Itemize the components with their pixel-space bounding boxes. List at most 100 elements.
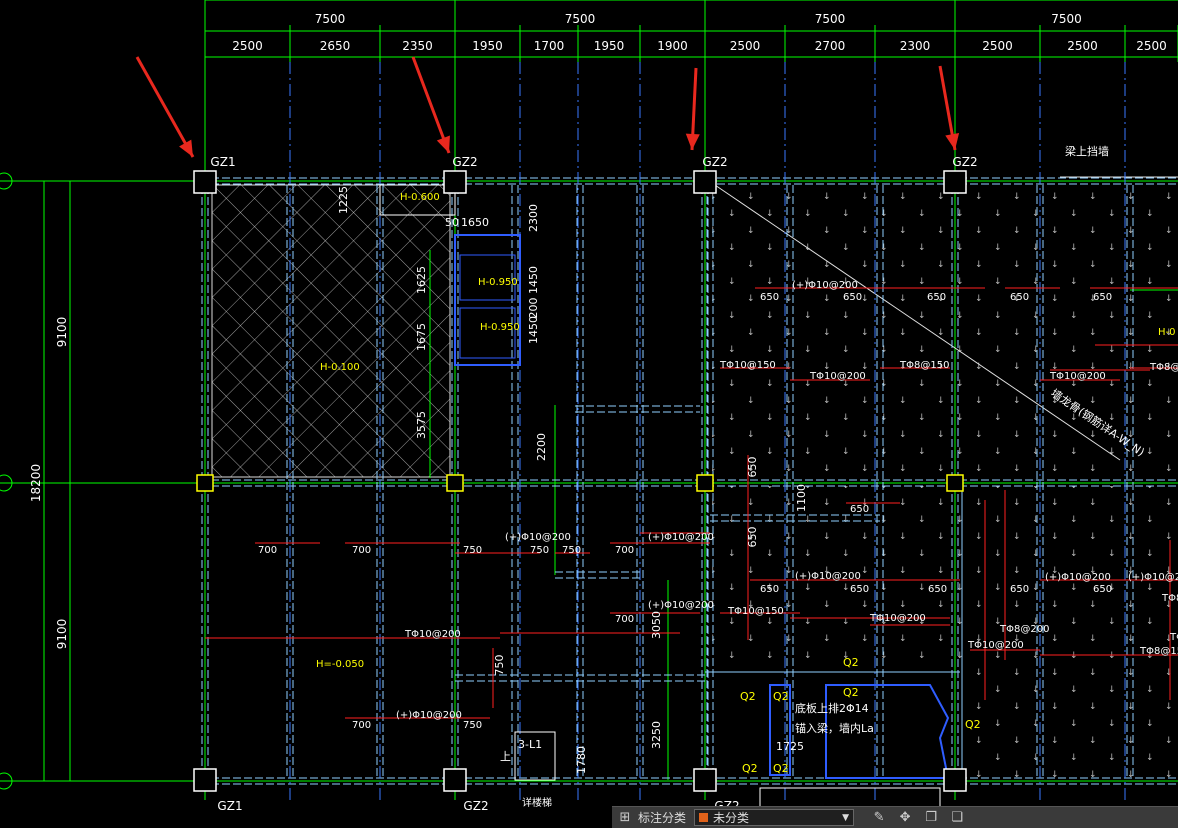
rebar-label: 650 xyxy=(850,504,869,515)
minor-dim-label: 1900 xyxy=(657,39,688,53)
rebar-label: TΦ10@200 xyxy=(1049,371,1106,382)
rebar-label: TΦ8@150 xyxy=(899,360,949,371)
rebar-label: (+)Φ10@200 xyxy=(1128,572,1178,583)
minor-dim-label: 2700 xyxy=(815,39,846,53)
column-label: GZ2 xyxy=(702,155,727,169)
interior-dim-label: 3250 xyxy=(650,721,663,749)
column-marker xyxy=(446,474,464,492)
minor-dim-label: 2300 xyxy=(900,39,931,53)
rebar-label: TΦ10@200 xyxy=(809,371,866,382)
pointer-arrow-shaft xyxy=(135,56,195,158)
major-dim-label: 7500 xyxy=(815,12,846,26)
rebar-label: 650 xyxy=(1010,584,1029,595)
column-marker xyxy=(943,768,967,792)
wall-tag: Q2 xyxy=(740,690,756,703)
stair-tag: 3-L1 xyxy=(518,738,542,751)
rebar-label: 750 xyxy=(463,720,482,731)
level-label: H-0.100 xyxy=(320,362,360,373)
level-label: H=-0.050 xyxy=(316,659,364,670)
interior-dim-label: 1675 xyxy=(415,323,428,351)
level-label: H-0.950 xyxy=(478,277,518,288)
level-label: H-0 xyxy=(1158,327,1176,338)
pointer-arrow-head xyxy=(685,133,700,150)
minor-dim-label: 2500 xyxy=(232,39,263,53)
interior-dim-label: 1625 xyxy=(415,266,428,294)
rebar-label: 650 xyxy=(1093,292,1112,303)
rebar-label: (+)Φ10@200 xyxy=(505,532,571,543)
category-select[interactable]: 未分类 ▼ xyxy=(694,809,855,826)
column-marker xyxy=(943,170,967,194)
rebar-label: (+)Φ10@200 xyxy=(1045,572,1111,583)
rebar-label: 650 xyxy=(760,292,779,303)
interior-dim-label: 750 xyxy=(493,655,506,676)
left-total-label: 18200 xyxy=(29,464,43,502)
rebar-label: 650 xyxy=(843,292,862,303)
rebar-label: 750 xyxy=(463,545,482,556)
left-span-label: 9100 xyxy=(55,317,69,348)
column-marker xyxy=(693,768,717,792)
level-label: H-0.950 xyxy=(480,322,520,333)
rebar-label: TΦ10@200 xyxy=(967,640,1024,651)
column-marker xyxy=(693,170,717,194)
column-marker xyxy=(946,474,964,492)
paste-icon[interactable]: ❏ xyxy=(948,810,966,826)
edit-icon[interactable]: ✎ xyxy=(870,810,888,826)
copy-icon[interactable]: ❐ xyxy=(922,810,940,826)
rebar-label: TΦ10@150 xyxy=(719,360,776,371)
interior-dim-label: 650 xyxy=(746,457,759,478)
move-icon[interactable]: ✥ xyxy=(896,810,914,826)
rebar-label: 650 xyxy=(927,292,946,303)
column-marker xyxy=(196,474,214,492)
major-dim-label: 7500 xyxy=(565,12,596,26)
column-label: GZ1 xyxy=(210,155,235,169)
pointer-arrow-head xyxy=(436,135,450,153)
wall-tag: Q2 xyxy=(965,718,981,731)
major-dim-label: 7500 xyxy=(315,12,346,26)
interior-dim-label: 1100 xyxy=(795,484,808,512)
column-marker xyxy=(696,474,714,492)
major-dim-label: 7500 xyxy=(1051,12,1082,26)
interior-dim-label: 1650 xyxy=(461,216,489,229)
grid-icon[interactable]: ⊞ xyxy=(616,810,634,826)
interior-dim-label: 1225 xyxy=(337,186,350,214)
wall-tag: Q2 xyxy=(773,690,789,703)
interior-dim-label: 2300 xyxy=(527,204,540,232)
column-label: GZ1 xyxy=(217,799,242,813)
minor-dim-label: 1950 xyxy=(594,39,625,53)
rebar-label: 650 xyxy=(760,584,779,595)
column-marker xyxy=(193,768,217,792)
rebar-label: TΦ10@150 xyxy=(727,606,784,617)
minor-dim-label: 2350 xyxy=(402,39,433,53)
edge-note: 梁上挡墙 xyxy=(1065,144,1109,158)
rebar-label: TΦ8@150 xyxy=(1169,632,1178,643)
interior-dim-label: 200 xyxy=(527,298,540,319)
minor-dim-label: 1700 xyxy=(534,39,565,53)
minor-dim-label: 2500 xyxy=(982,39,1013,53)
drawing-canvas[interactable]: ↓ ↓ 750075007500750025002650235019501700… xyxy=(0,0,1178,827)
column-marker xyxy=(193,170,217,194)
rebar-label: (+)Φ10@200 xyxy=(648,600,714,611)
category-label: 标注分类 xyxy=(638,811,687,825)
rebar-label: TΦ10@200 xyxy=(404,629,461,640)
interior-dim-label: 3050 xyxy=(650,611,663,639)
minor-dim-label: 2500 xyxy=(1067,39,1098,53)
red-pointer-arrows xyxy=(135,56,960,158)
category-value: 未分类 xyxy=(713,811,750,825)
stair-note: 详楼梯 xyxy=(522,796,552,809)
rebar-label: 650 xyxy=(1093,584,1112,595)
chevron-down-icon: ▼ xyxy=(842,812,850,823)
rebar-label: 650 xyxy=(850,584,869,595)
rebar-label: TΦ8@150 xyxy=(1139,646,1178,657)
wall-tag: Q2 xyxy=(843,656,859,669)
interior-dim-label: 50 xyxy=(445,216,459,229)
pit-cell xyxy=(459,307,516,359)
interior-dim-label: 2200 xyxy=(535,433,548,461)
column-label: GZ2 xyxy=(463,799,488,813)
rebar-label: 700 xyxy=(352,720,371,731)
rebar-label: (+)Φ10@200 xyxy=(795,571,861,582)
wall-tag: Q2 xyxy=(742,762,758,775)
column-label: GZ2 xyxy=(952,155,977,169)
interior-dim-label: 1780 xyxy=(575,746,588,774)
column-marker xyxy=(443,170,467,194)
rebar-label: 650 xyxy=(928,584,947,595)
